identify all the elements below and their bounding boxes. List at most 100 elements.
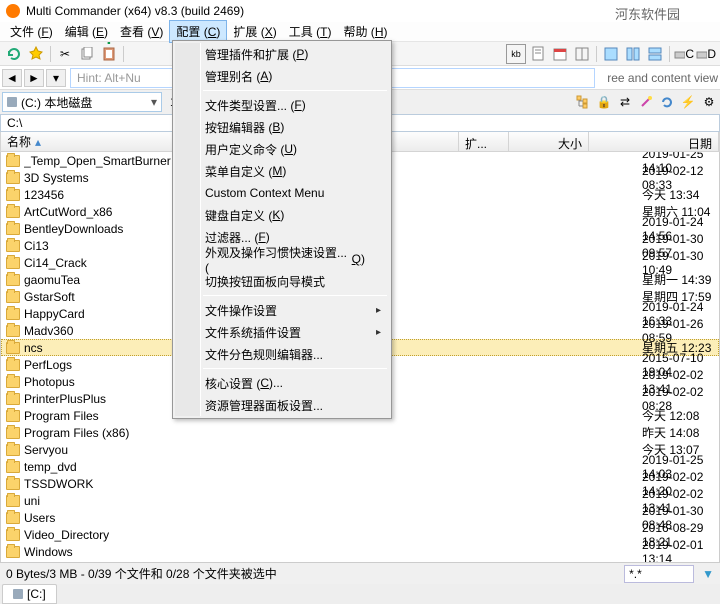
menu-item[interactable]: 菜单自定义 (M) [175, 160, 389, 182]
folder-icon [6, 376, 20, 388]
hint-right: ree and content view [599, 71, 718, 85]
folder-icon [6, 257, 20, 269]
refresh-icon[interactable] [4, 44, 24, 64]
menu-bar: 文件 (F)编辑 (E)查看 (V)配置 (C)扩展 (X)工具 (T)帮助 (… [0, 22, 720, 42]
filter-icon[interactable]: ▼ [702, 567, 714, 581]
layout-icon[interactable] [572, 44, 592, 64]
folder-icon [6, 444, 20, 456]
paste-icon[interactable] [99, 44, 119, 64]
menu-帮助[interactable]: 帮助 (H) [337, 21, 393, 42]
file-name: Servyou [24, 443, 590, 457]
table-row[interactable]: Windows2019-02-01 13:14 [1, 543, 719, 560]
file-size: 星期一 14:39 [640, 271, 718, 288]
folder-icon [6, 546, 20, 558]
view3-icon[interactable] [645, 44, 665, 64]
folder-icon [6, 274, 20, 286]
refresh-panel-icon[interactable] [658, 94, 676, 110]
title-bar: Multi Commander (x64) v8.3 (build 2469) [0, 0, 720, 22]
menu-item[interactable]: 按钮编辑器 (B) [175, 116, 389, 138]
file-name: temp_dvd [24, 460, 590, 474]
view2-icon[interactable] [623, 44, 643, 64]
filter-input[interactable]: *.* [624, 565, 694, 583]
folder-icon [6, 206, 20, 218]
table-row[interactable]: TSSDWORK2019-02-02 14:20 [1, 475, 719, 492]
menu-item[interactable]: 文件分色规则编辑器... [175, 343, 389, 365]
menu-工具[interactable]: 工具 (T) [283, 21, 338, 42]
menu-item[interactable]: Custom Context Menu [175, 182, 389, 204]
table-row[interactable]: Servyou今天 13:07 [1, 441, 719, 458]
history-button[interactable]: ▾ [46, 69, 66, 87]
file-name: Users [24, 511, 590, 525]
doc-icon[interactable] [528, 44, 548, 64]
view1-icon[interactable] [601, 44, 621, 64]
file-name: Video_Directory [24, 528, 590, 542]
menu-item[interactable]: 文件操作设置 [175, 299, 389, 321]
app-title: Multi Commander (x64) v8.3 (build 2469) [26, 4, 244, 18]
file-date: 昨天 14:08 [642, 426, 705, 440]
header-ext[interactable]: 扩... [459, 132, 509, 151]
file-name: Program Files (x86) [24, 426, 590, 440]
drive-d-icon[interactable]: D [696, 44, 716, 64]
forward-button[interactable]: ► [24, 69, 44, 87]
star-icon[interactable] [26, 44, 46, 64]
settings-icon[interactable]: ⚙ [700, 94, 718, 110]
file-date: 今天 13:34 [642, 188, 705, 202]
table-row[interactable]: uni2019-02-02 13:41 [1, 492, 719, 509]
sort-asc-icon: ▴ [35, 135, 41, 149]
menu-文件[interactable]: 文件 (F) [4, 21, 59, 42]
folder-icon [6, 155, 20, 167]
file-size: 今天 12:08 [640, 407, 718, 424]
calendar-icon[interactable] [550, 44, 570, 64]
folder-icon [6, 359, 20, 371]
tabs-bar: [C:] [0, 584, 720, 604]
tree-icon[interactable] [574, 94, 592, 110]
wand-icon[interactable] [637, 94, 655, 110]
menu-item[interactable]: 管理别名 (A) [175, 65, 389, 87]
menu-编辑[interactable]: 编辑 (E) [59, 21, 114, 42]
file-size: 2019-02-01 13:14 [640, 538, 718, 563]
header-size[interactable]: 大小 [509, 132, 589, 151]
menu-item[interactable]: 核心设置 (C)... [175, 372, 389, 394]
folder-icon [6, 291, 20, 303]
menu-item[interactable]: 用户定义命令 (U) [175, 138, 389, 160]
folder-icon [6, 410, 20, 422]
menu-item[interactable]: 资源管理器面板设置... [175, 394, 389, 416]
cut-icon[interactable]: ✂ [55, 44, 75, 64]
status-text: 0 Bytes/3 MB - 0/39 个文件和 0/28 个文件夹被选中 [6, 565, 616, 582]
file-name: uni [24, 494, 590, 508]
folder-icon [6, 325, 20, 337]
menu-item[interactable]: 切换按钮面板向导模式 [175, 270, 389, 292]
table-row[interactable]: Users2019-01-30 08:48 [1, 509, 719, 526]
menu-item[interactable]: 外观及操作习惯快速设置... (Q) [175, 248, 389, 270]
bolt-icon[interactable]: ⚡ [679, 94, 697, 110]
copy-icon[interactable] [77, 44, 97, 64]
menu-扩展[interactable]: 扩展 (X) [227, 21, 282, 42]
drive-c-icon[interactable]: C [674, 44, 694, 64]
folder-icon [6, 512, 20, 524]
folder-icon [6, 529, 20, 541]
disk-icon [7, 97, 17, 107]
menu-item[interactable]: 文件系统插件设置 [175, 321, 389, 343]
table-row[interactable]: temp_dvd2019-01-25 14:03 [1, 458, 719, 475]
back-button[interactable]: ◄ [2, 69, 22, 87]
tab-c[interactable]: [C:] [2, 584, 57, 604]
menu-查看[interactable]: 查看 (V) [114, 21, 169, 42]
folder-icon [6, 495, 20, 507]
disk-icon [13, 589, 23, 599]
swap-icon[interactable]: ⇄ [616, 94, 634, 110]
lock-icon[interactable]: 🔒 [595, 94, 613, 110]
file-date: 今天 12:08 [642, 409, 705, 423]
menu-item[interactable]: 键盘自定义 (K) [175, 204, 389, 226]
file-date: 2019-02-01 13:14 [642, 538, 703, 563]
table-row[interactable]: Program Files (x86) 昨天 14:08 [1, 424, 719, 441]
table-row[interactable]: Video_Directory2016-08-29 18:21 [1, 526, 719, 543]
folder-icon [6, 240, 20, 252]
drive-select[interactable]: (C:) 本地磁盘 [2, 92, 162, 112]
file-size: 昨天 14:08 [640, 424, 718, 441]
menu-item[interactable]: 管理插件和扩展 (P) [175, 43, 389, 65]
status-bar: 0 Bytes/3 MB - 0/39 个文件和 0/28 个文件夹被选中 *.… [0, 562, 720, 584]
menu-item[interactable]: 文件类型设置... (F) [175, 94, 389, 116]
folder-icon [6, 461, 20, 473]
header-date[interactable]: 日期 [589, 132, 719, 151]
kb-icon[interactable]: kb [506, 44, 526, 64]
